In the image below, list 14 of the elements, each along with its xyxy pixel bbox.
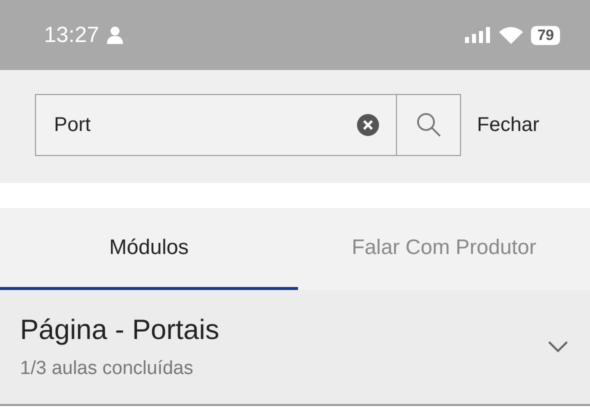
battery-level: 79: [531, 26, 560, 44]
clear-icon[interactable]: [357, 114, 379, 136]
close-button[interactable]: Fechar: [477, 94, 540, 156]
status-time: 13:27: [44, 22, 100, 48]
search-field[interactable]: Port: [35, 94, 397, 156]
module-row[interactable]: Página - Portais 1/3 aulas concluídas: [0, 290, 590, 406]
search-icon: [416, 112, 442, 138]
chevron-icon: [548, 341, 568, 353]
module-progress: 1/3 aulas concluídas: [20, 358, 194, 380]
person-icon: [107, 26, 124, 44]
module-title: Página - Portais: [20, 314, 220, 346]
wifi-icon: [499, 26, 524, 44]
search-button[interactable]: [397, 94, 461, 156]
signal-icon: [465, 27, 492, 43]
